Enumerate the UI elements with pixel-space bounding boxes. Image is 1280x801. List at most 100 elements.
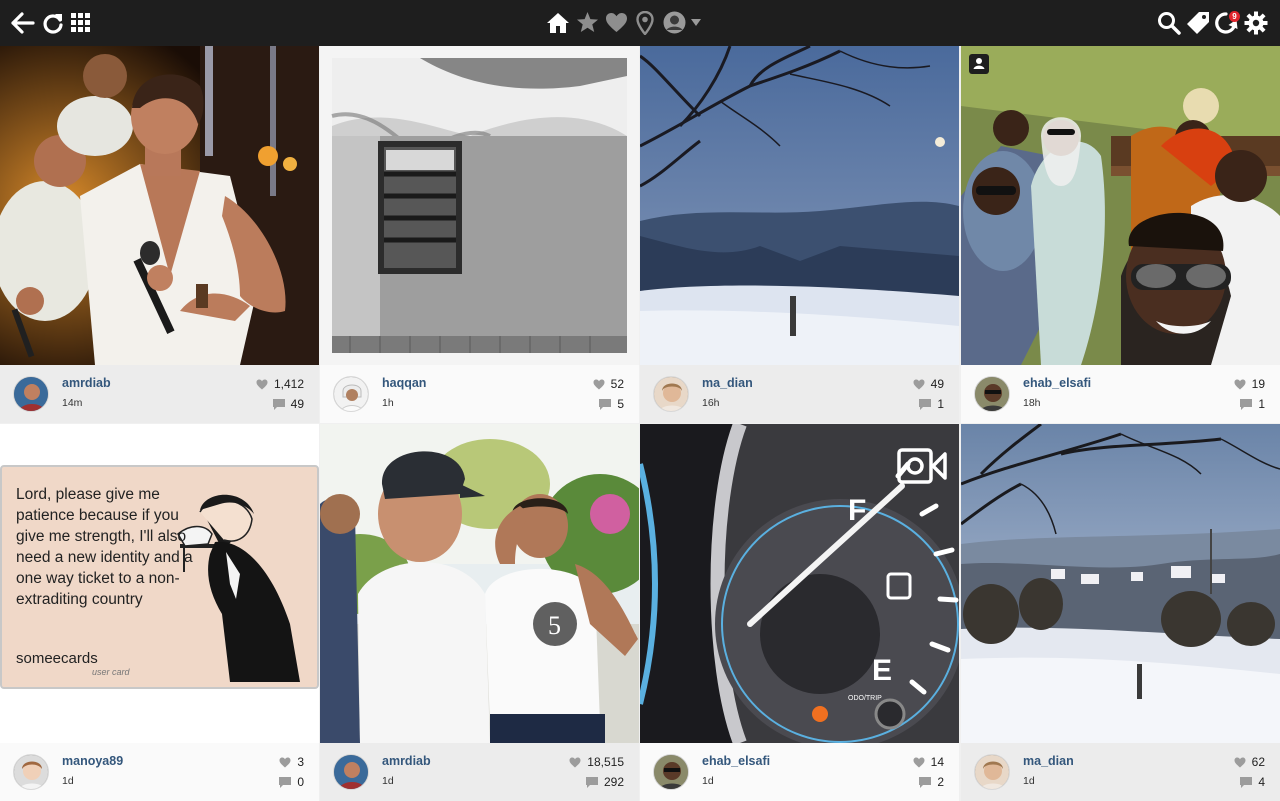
heart-icon xyxy=(279,757,291,767)
ecard-brand: someecards xyxy=(16,650,98,667)
username-link[interactable]: ehab_elsafi xyxy=(1023,376,1091,390)
post-meta: manoya89 1d 3 0 xyxy=(0,743,319,801)
grid-menu-icon[interactable] xyxy=(71,13,91,33)
likes-value: 19 xyxy=(1251,377,1265,391)
post-meta: haqqan 1h 52 5 xyxy=(320,365,639,423)
comments-count[interactable]: 4 xyxy=(1240,775,1265,789)
comments-value: 4 xyxy=(1258,775,1265,789)
heart-icon xyxy=(256,379,268,389)
post-photo[interactable]: Lord, please give me patience because if… xyxy=(0,424,319,743)
likes-count[interactable]: 52 xyxy=(593,377,624,391)
post-meta: amrdiab 1d 18,515 292 xyxy=(320,743,639,801)
user-avatar[interactable] xyxy=(974,376,1010,412)
username-link[interactable]: ma_dian xyxy=(1023,754,1074,768)
post-card[interactable]: F E ODO/TRIP ehab_elsafi 1d 14 2 xyxy=(640,424,959,801)
post-card[interactable]: 5 amrdiab 1d 18,515 292 xyxy=(320,424,639,801)
heart-icon xyxy=(913,379,925,389)
likes-value: 3 xyxy=(297,755,304,769)
likes-count[interactable]: 3 xyxy=(279,755,304,769)
user-avatar[interactable] xyxy=(333,754,369,790)
likes-count[interactable]: 49 xyxy=(913,377,944,391)
post-card[interactable]: ma_dian 1d 62 4 xyxy=(961,424,1280,801)
post-time: 1h xyxy=(382,397,394,409)
notification-count-badge: 9 xyxy=(1229,11,1240,22)
post-card[interactable]: Lord, please give me patience because if… xyxy=(0,424,319,801)
photo-grid: amrdiab 14m 1,412 49 haqqan 1h 52 5 ma_d… xyxy=(0,46,1280,801)
dropdown-caret-icon[interactable] xyxy=(691,19,701,26)
post-meta: ehab_elsafi 1d 14 2 xyxy=(640,743,959,801)
user-avatar[interactable] xyxy=(13,754,49,790)
comments-value: 1 xyxy=(937,397,944,411)
home-icon[interactable] xyxy=(546,11,570,35)
tag-icon[interactable] xyxy=(1186,11,1210,35)
search-icon[interactable] xyxy=(1157,11,1181,35)
post-photo[interactable] xyxy=(320,46,639,365)
post-card[interactable]: ma_dian 16h 49 1 xyxy=(640,46,959,423)
user-avatar[interactable] xyxy=(653,754,689,790)
username-link[interactable]: ehab_elsafi xyxy=(702,754,770,768)
comment-icon xyxy=(919,776,932,788)
post-card[interactable]: ehab_elsafi 18h 19 1 xyxy=(961,46,1280,423)
likes-count[interactable]: 19 xyxy=(1234,377,1265,391)
comment-icon xyxy=(272,398,285,410)
likes-count[interactable]: 18,515 xyxy=(569,755,624,769)
likes-count[interactable]: 14 xyxy=(913,755,944,769)
comments-count[interactable]: 0 xyxy=(279,775,304,789)
username-link[interactable]: amrdiab xyxy=(62,376,111,390)
comments-count[interactable]: 292 xyxy=(585,775,624,789)
likes-value: 62 xyxy=(1251,755,1265,769)
comments-count[interactable]: 2 xyxy=(919,775,944,789)
heart-icon[interactable] xyxy=(605,12,628,33)
post-photo[interactable] xyxy=(640,46,959,365)
likes-value: 52 xyxy=(610,377,624,391)
comments-count[interactable]: 1 xyxy=(919,397,944,411)
likes-value: 1,412 xyxy=(273,377,304,391)
username-link[interactable]: ma_dian xyxy=(702,376,753,390)
post-photo[interactable]: F E ODO/TRIP xyxy=(640,424,959,743)
post-photo[interactable] xyxy=(961,424,1280,743)
comments-count[interactable]: 5 xyxy=(599,397,624,411)
user-avatar[interactable] xyxy=(653,376,689,412)
refresh-icon[interactable] xyxy=(41,11,65,35)
settings-gear-icon[interactable] xyxy=(1244,11,1268,35)
star-icon[interactable] xyxy=(576,11,599,33)
user-avatar[interactable] xyxy=(974,754,1010,790)
comment-icon xyxy=(1240,776,1253,788)
comments-value: 2 xyxy=(937,775,944,789)
heart-icon xyxy=(593,379,605,389)
comment-icon xyxy=(919,398,932,410)
comments-value: 49 xyxy=(290,397,304,411)
tagged-user-badge[interactable] xyxy=(969,54,989,74)
user-avatar[interactable] xyxy=(333,376,369,412)
comments-value: 0 xyxy=(297,775,304,789)
location-pin-icon[interactable] xyxy=(636,11,654,35)
post-photo[interactable]: 5 xyxy=(320,424,639,743)
heart-icon xyxy=(1234,379,1246,389)
back-arrow-icon[interactable] xyxy=(11,12,35,34)
comments-value: 1 xyxy=(1258,397,1265,411)
post-photo[interactable] xyxy=(961,46,1280,365)
post-time: 1d xyxy=(1023,775,1035,787)
post-photo[interactable] xyxy=(0,46,319,365)
ecard-sub: user card xyxy=(92,667,130,677)
heart-icon xyxy=(1234,757,1246,767)
post-meta: ma_dian 1d 62 4 xyxy=(961,743,1280,801)
top-bar: 9 xyxy=(0,0,1280,46)
post-time: 1d xyxy=(62,775,74,787)
comment-icon xyxy=(279,776,292,788)
post-time: 16h xyxy=(702,397,720,409)
comments-count[interactable]: 1 xyxy=(1240,397,1265,411)
username-link[interactable]: haqqan xyxy=(382,376,426,390)
post-card[interactable]: amrdiab 14m 1,412 49 xyxy=(0,46,319,423)
likes-value: 18,515 xyxy=(587,755,624,769)
likes-count[interactable]: 62 xyxy=(1234,755,1265,769)
post-card[interactable]: haqqan 1h 52 5 xyxy=(320,46,639,423)
heart-icon xyxy=(913,757,925,767)
likes-count[interactable]: 1,412 xyxy=(256,377,304,391)
user-avatar-icon[interactable] xyxy=(663,11,686,34)
svg-text:5: 5 xyxy=(548,611,561,640)
username-link[interactable]: amrdiab xyxy=(382,754,431,768)
user-avatar[interactable] xyxy=(13,376,49,412)
username-link[interactable]: manoya89 xyxy=(62,754,123,768)
comments-count[interactable]: 49 xyxy=(272,397,304,411)
